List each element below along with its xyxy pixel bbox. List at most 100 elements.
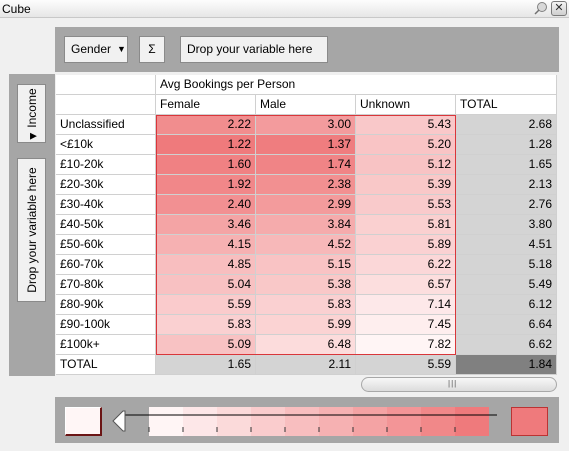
row-header: £60-70k [56, 255, 156, 275]
row-header: Unclassified [56, 115, 156, 135]
data-cell: 4.85 [156, 255, 256, 275]
data-cell: 5.83 [156, 315, 256, 335]
data-cell: 5.59 [156, 295, 256, 315]
row-header: £40-50k [56, 215, 156, 235]
data-cell: 5.81 [356, 215, 456, 235]
scale-step [183, 407, 217, 436]
column-drop-zone[interactable]: Gender ▼ Σ Drop your variable here [55, 27, 559, 72]
scale-step [455, 407, 489, 436]
total-row-header: TOTAL [56, 355, 156, 375]
data-cell: 1.92 [156, 175, 256, 195]
row-header: £90-100k [56, 315, 156, 335]
data-cell: 6.48 [256, 335, 356, 355]
data-cell: 5.20 [356, 135, 456, 155]
data-cell: 7.45 [356, 315, 456, 335]
data-cell: 1.22 [156, 135, 256, 155]
data-cell: 3.00 [256, 115, 356, 135]
drop-row-variable-button[interactable]: Drop your variable here [17, 158, 46, 302]
sigma-button[interactable]: Σ [139, 36, 165, 63]
column-header-female: Female [156, 95, 256, 115]
column-header-total: TOTAL [456, 95, 557, 115]
horizontal-scrollbar[interactable]: ||| [361, 377, 557, 392]
data-cell: 2.99 [256, 195, 356, 215]
data-cell: 3.46 [156, 215, 256, 235]
grip-icon[interactable]: ||| [448, 379, 457, 388]
data-cell: 5.38 [256, 275, 356, 295]
data-cell: 4.51 [456, 235, 557, 255]
data-cell: 5.12 [356, 155, 456, 175]
drop-row-variable-label: Drop your variable here [24, 167, 39, 293]
row-header: <£10k [56, 135, 156, 155]
data-cell: 2.13 [456, 175, 557, 195]
data-cell: 5.99 [256, 315, 356, 335]
data-cell: 5.83 [256, 295, 356, 315]
scale-step [421, 407, 455, 436]
data-cell: 7.14 [356, 295, 456, 315]
data-cell: 6.12 [456, 295, 557, 315]
grand-total-cell: 1.84 [456, 355, 557, 375]
data-cell: 5.09 [156, 335, 256, 355]
row-header: £80-90k [56, 295, 156, 315]
scale-step [149, 407, 183, 436]
gender-field-label: Gender [71, 42, 112, 56]
data-cell: 7.82 [356, 335, 456, 355]
column-header-unknown: Unknown [356, 95, 456, 115]
data-cell: 5.53 [356, 195, 456, 215]
income-field-chip[interactable]: ▶ Income [17, 84, 46, 143]
scale-step [387, 407, 421, 436]
data-cell: 1.60 [156, 155, 256, 175]
data-cell: 6.62 [456, 335, 557, 355]
column-header-male: Male [256, 95, 356, 115]
measure-header: Avg Bookings per Person [156, 75, 557, 95]
min-color-swatch[interactable] [65, 407, 102, 436]
chevron-down-icon[interactable]: ▶ [30, 130, 37, 141]
data-cell: 4.52 [256, 235, 356, 255]
row-header: £100k+ [56, 335, 156, 355]
row-header: £10-20k [56, 155, 156, 175]
data-cell: 6.64 [456, 315, 557, 335]
color-scale-slider[interactable] [111, 407, 497, 436]
scale-step [285, 407, 319, 436]
pin-icon[interactable] [533, 1, 549, 16]
title-bar: Cube ✕ [0, 0, 569, 18]
data-cell: 6.57 [356, 275, 456, 295]
data-cell: 1.28 [456, 135, 557, 155]
data-cell: 5.43 [356, 115, 456, 135]
row-header: £30-40k [56, 195, 156, 215]
drop-column-variable-button[interactable]: Drop your variable here [180, 36, 328, 63]
data-cell: 2.22 [156, 115, 256, 135]
data-cell: 5.49 [456, 275, 557, 295]
data-cell: 5.39 [356, 175, 456, 195]
scale-step [319, 407, 353, 436]
data-cell: 5.89 [356, 235, 456, 255]
row-header-corner [56, 95, 156, 115]
data-cell: 1.74 [256, 155, 356, 175]
data-cell: 5.15 [256, 255, 356, 275]
data-cell: 2.38 [256, 175, 356, 195]
income-field-label: Income [24, 87, 39, 128]
gender-field-chip[interactable]: Gender ▼ [64, 36, 128, 63]
data-cell: 3.84 [256, 215, 356, 235]
row-header: £50-60k [56, 235, 156, 255]
row-drop-zone[interactable]: ▶ Income Drop your variable here [9, 74, 55, 376]
data-cell: 1.37 [256, 135, 356, 155]
close-icon[interactable]: ✕ [551, 1, 567, 16]
data-cell: 5.04 [156, 275, 256, 295]
data-cell: 6.22 [356, 255, 456, 275]
total-cell: 1.65 [156, 355, 256, 375]
corner-cell [56, 75, 156, 95]
chevron-down-icon[interactable]: ▼ [117, 37, 126, 62]
window-title: Cube [2, 2, 31, 16]
data-cell: 4.15 [156, 235, 256, 255]
data-cell: 1.65 [456, 155, 557, 175]
scale-step [251, 407, 285, 436]
scale-step [353, 407, 387, 436]
color-scale-panel [55, 397, 559, 443]
max-color-swatch[interactable] [511, 407, 548, 436]
data-cell: 5.18 [456, 255, 557, 275]
data-cell: 3.80 [456, 215, 557, 235]
data-cell: 2.40 [156, 195, 256, 215]
row-header: £20-30k [56, 175, 156, 195]
data-cell: 2.68 [456, 115, 557, 135]
total-cell: 5.59 [356, 355, 456, 375]
